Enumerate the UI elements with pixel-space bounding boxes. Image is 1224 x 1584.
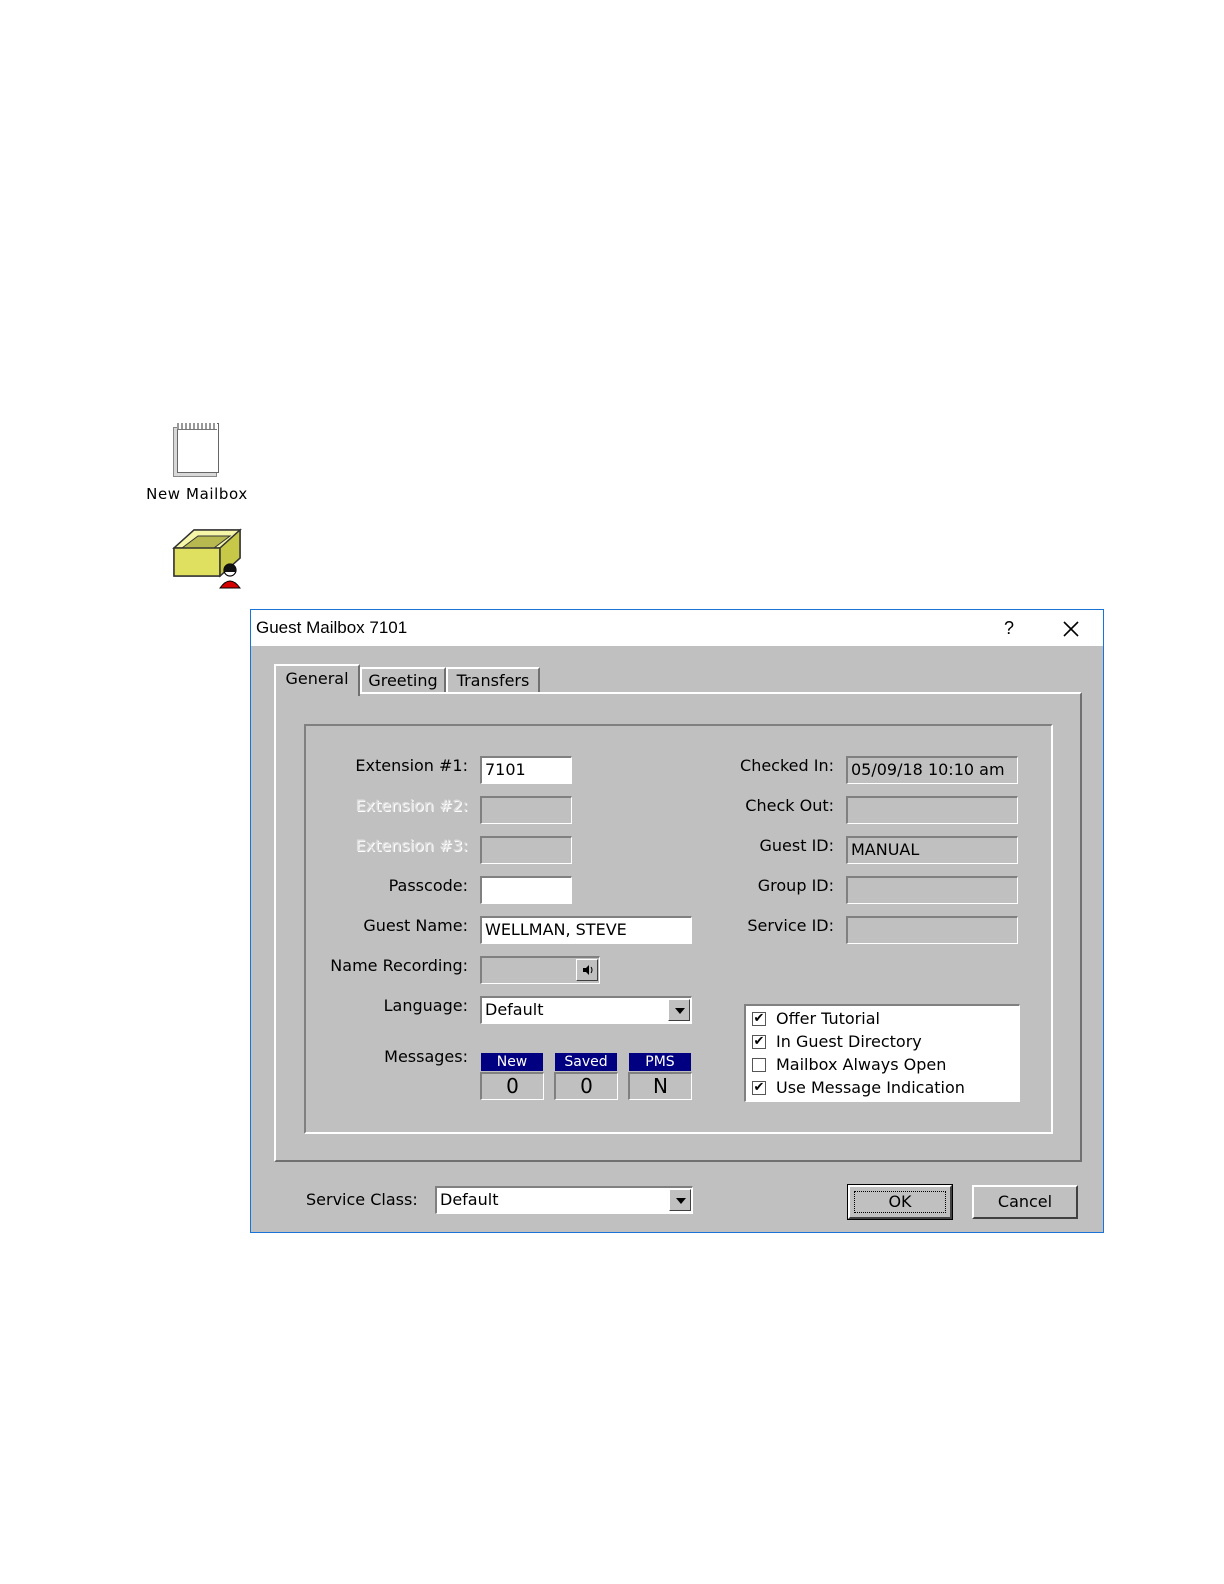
extension1-label: Extension #1: [355, 756, 468, 775]
title-bar[interactable]: Guest Mailbox 7101 ? [251, 610, 1103, 646]
messages-saved-count: 0 [554, 1072, 618, 1100]
language-label: Language: [383, 996, 468, 1015]
extension1-field[interactable]: 7101 [480, 756, 572, 784]
play-recording-button[interactable] [576, 959, 598, 981]
extension2-label: Extension #2: [355, 796, 468, 815]
service-class-select[interactable]: Default [435, 1186, 693, 1214]
tab-greeting[interactable]: Greeting [360, 667, 446, 693]
guest-mailbox-dialog: Guest Mailbox 7101 ? General Greeting Tr… [250, 609, 1104, 1233]
messages-label: Messages: [384, 1047, 468, 1066]
extension3-field [480, 836, 572, 864]
language-select[interactable]: Default [480, 996, 692, 1024]
name-recording-label: Name Recording: [330, 956, 468, 975]
ok-focus-rect [854, 1191, 946, 1213]
messages-pms-header: PMS [629, 1053, 691, 1071]
dialog-title: Guest Mailbox 7101 [256, 618, 408, 637]
check-out-label: Check Out: [745, 796, 834, 815]
tab-transfers-label: Transfers [456, 671, 530, 690]
messages-new-header: New [481, 1053, 543, 1071]
passcode-label: Passcode: [388, 876, 468, 895]
mailbox-always-open-label: Mailbox Always Open [776, 1055, 947, 1074]
messages-saved-header: Saved [555, 1053, 617, 1071]
help-button[interactable]: ? [997, 616, 1021, 640]
guest-id-field: MANUAL [846, 836, 1018, 864]
service-class-value: Default [440, 1190, 499, 1209]
speaker-icon [583, 965, 593, 975]
guest-name-field[interactable]: WELLMAN, STEVE [480, 916, 692, 944]
guest-mailbox-tray-icon[interactable] [170, 524, 244, 590]
messages-pms-status: N [628, 1072, 692, 1100]
check-out-field [846, 796, 1018, 824]
use-message-indication-checkbox[interactable]: ✔ [752, 1081, 766, 1095]
in-guest-directory-checkbox[interactable]: ✔ [752, 1035, 766, 1049]
extension3-label: Extension #3: [355, 836, 468, 855]
name-recording-field [480, 956, 600, 984]
service-id-label: Service ID: [747, 916, 834, 935]
offer-tutorial-label: Offer Tutorial [776, 1009, 880, 1028]
cancel-button[interactable]: Cancel [972, 1185, 1078, 1219]
group-id-field [846, 876, 1018, 904]
language-value: Default [485, 1000, 544, 1019]
extension2-field [480, 796, 572, 824]
cancel-button-label: Cancel [997, 1192, 1053, 1211]
service-class-label: Service Class: [306, 1190, 418, 1209]
guest-name-label: Guest Name: [363, 916, 468, 935]
checked-in-label: Checked In: [740, 756, 834, 775]
use-message-indication-label: Use Message Indication [776, 1078, 965, 1097]
in-guest-directory-label: In Guest Directory [776, 1032, 922, 1051]
mailbox-always-open-checkbox[interactable] [752, 1058, 766, 1072]
service-id-field [846, 916, 1018, 944]
passcode-field[interactable] [480, 876, 572, 904]
language-dropdown-icon[interactable] [668, 999, 690, 1021]
tab-general-label: General [285, 669, 349, 688]
messages-new-count: 0 [480, 1072, 544, 1100]
new-mailbox-label[interactable]: New Mailbox [130, 485, 264, 503]
tab-transfers[interactable]: Transfers [446, 667, 540, 693]
offer-tutorial-checkbox[interactable]: ✔ [752, 1012, 766, 1026]
group-id-label: Group ID: [757, 876, 834, 895]
ok-button[interactable]: OK [847, 1184, 953, 1220]
service-class-dropdown-icon[interactable] [669, 1189, 691, 1211]
guest-id-label: Guest ID: [759, 836, 834, 855]
tab-greeting-label: Greeting [368, 671, 438, 690]
close-icon[interactable] [1057, 615, 1085, 643]
checked-in-field: 05/09/18 10:10 am [846, 756, 1018, 784]
new-mailbox-icon[interactable] [173, 423, 219, 477]
tab-general[interactable]: General [274, 664, 360, 696]
options-checklist: ✔ Offer Tutorial ✔ In Guest Directory Ma… [744, 1004, 1020, 1102]
